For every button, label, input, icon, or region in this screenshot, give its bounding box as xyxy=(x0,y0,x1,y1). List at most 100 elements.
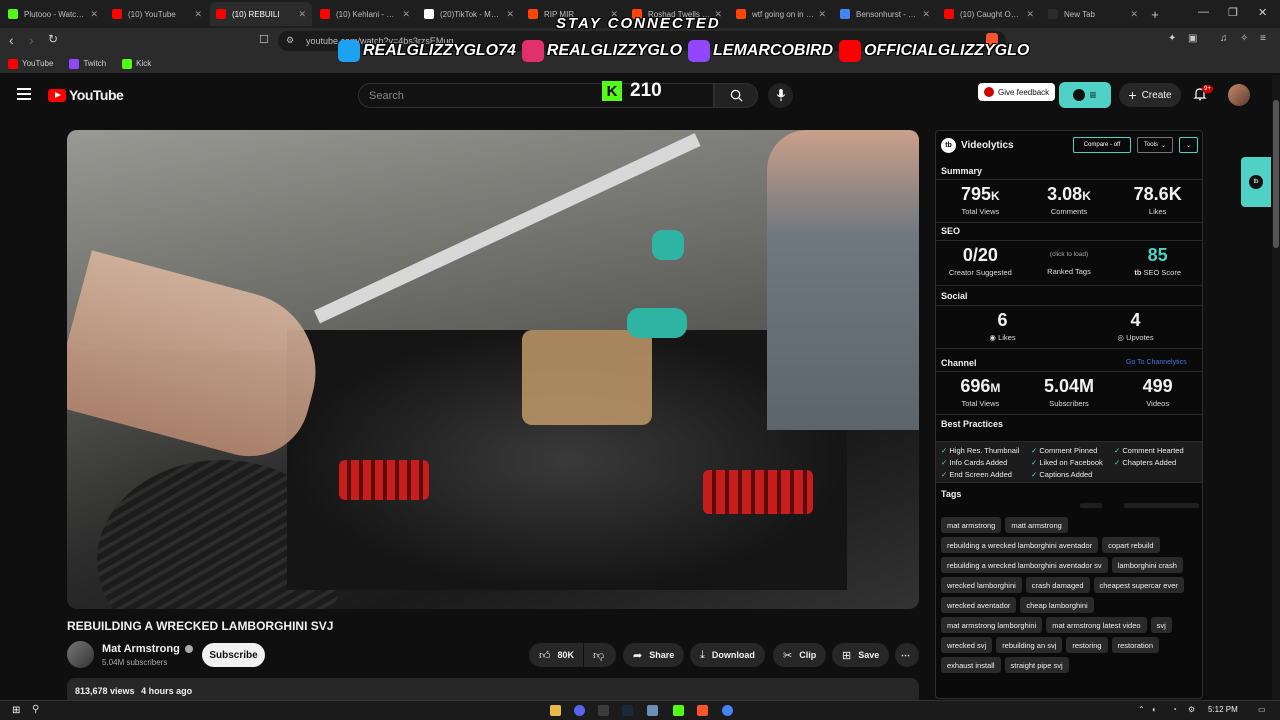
file-explorer-icon[interactable] xyxy=(550,705,561,716)
tag-chip[interactable]: mat armstrong lamborghini xyxy=(941,617,1043,633)
browser-tab[interactable]: (20)TikTok - Make ✕ xyxy=(418,2,520,26)
tab-close-icon[interactable]: ✕ xyxy=(90,9,98,20)
tag-chip[interactable]: straight pipe svj xyxy=(1004,657,1069,673)
tag-chip[interactable]: wrecked aventador xyxy=(941,597,1017,613)
collapse-panel-button[interactable]: ⌄ xyxy=(1179,137,1198,153)
browser-tab[interactable]: (10) Kehlani - Foldi ✕ xyxy=(314,2,416,26)
extensions-icon[interactable]: ✦ xyxy=(1168,33,1176,44)
guide-menu-icon[interactable] xyxy=(17,88,31,100)
browser-tab[interactable]: Bensonhurst - Goo ✕ xyxy=(834,2,936,26)
back-icon[interactable]: ‹ xyxy=(9,32,14,48)
discord-icon[interactable] xyxy=(574,705,585,716)
tag-chip[interactable]: rebuilding a wrecked lamborghini aventad… xyxy=(941,557,1108,573)
new-tab-button[interactable]: + xyxy=(1146,5,1164,23)
channel-avatar[interactable] xyxy=(67,641,94,668)
tray-network-icon[interactable]: ◐ xyxy=(1152,705,1157,714)
photos-icon[interactable] xyxy=(647,705,658,716)
notification-center-icon[interactable]: ▭ xyxy=(1258,705,1266,714)
windows-start-icon[interactable]: ⊞ xyxy=(12,705,20,716)
subscribe-button[interactable]: Subscribe xyxy=(202,643,265,667)
forward-icon[interactable]: › xyxy=(29,32,34,48)
voice-search-button[interactable] xyxy=(768,83,793,108)
share-button[interactable]: ➦ Share xyxy=(623,643,685,667)
steam-icon[interactable] xyxy=(622,705,633,716)
tag-chip[interactable]: copart rebuild xyxy=(1102,537,1160,553)
tab-close-icon[interactable]: ✕ xyxy=(194,9,202,20)
tab-close-icon[interactable]: ✕ xyxy=(1130,9,1138,20)
brave-icon[interactable] xyxy=(697,705,708,716)
compare-toggle[interactable]: Compare - off xyxy=(1073,137,1131,153)
tag-chip[interactable]: rebuilding an svj xyxy=(996,637,1063,653)
browser-tab[interactable]: (10) REBUILI ✕ xyxy=(210,2,312,26)
like-button[interactable]: 👍︎ 80K xyxy=(529,643,583,667)
download-button[interactable]: ⤓ Download xyxy=(690,643,765,667)
chrome-icon[interactable] xyxy=(722,705,733,716)
browser-tab[interactable]: Plutooo - Watch the ✕ xyxy=(2,2,104,26)
tag-chip[interactable]: exhaust install xyxy=(941,657,1001,673)
tag-chip[interactable]: wrecked lamborghini xyxy=(941,577,1022,593)
channelytics-link[interactable]: Go To Channelytics xyxy=(1126,359,1187,366)
browser-tab[interactable]: (10) Caught On Vi ✕ xyxy=(938,2,1040,26)
bookmark-icon[interactable]: ☐ xyxy=(259,33,269,46)
leo-icon[interactable]: ✧ xyxy=(1240,33,1248,44)
tag-chip[interactable]: crash damaged xyxy=(1025,577,1090,593)
tag-chip[interactable]: svj xyxy=(1150,617,1172,633)
clip-button[interactable]: ✂ Clip xyxy=(773,643,827,667)
tab-close-icon[interactable]: ✕ xyxy=(402,9,410,20)
tray-chevron-icon[interactable]: ⌃ xyxy=(1138,705,1145,714)
kick-app-icon[interactable] xyxy=(673,705,684,716)
browser-tab[interactable]: New Tab ✕ xyxy=(1042,2,1144,26)
tab-close-icon[interactable]: ✕ xyxy=(506,9,514,20)
videolytics-side-tab[interactable]: tb xyxy=(1241,157,1271,207)
tray-settings-icon[interactable]: ⚙ xyxy=(1188,705,1195,714)
search-button[interactable] xyxy=(714,83,758,108)
tab-close-icon[interactable]: ✕ xyxy=(818,9,826,20)
tag-chip[interactable]: mat armstrong latest video xyxy=(1046,617,1147,633)
browser-tab[interactable]: wtf going on in Be ✕ xyxy=(730,2,832,26)
show-search-volume-button[interactable] xyxy=(1124,503,1199,508)
tab-close-icon[interactable]: ✕ xyxy=(298,9,306,20)
clock[interactable]: 5:12 PM xyxy=(1208,705,1238,714)
minimize-icon[interactable]: — xyxy=(1198,6,1209,18)
save-button[interactable]: ⊞ Save xyxy=(832,643,890,667)
browser-tab[interactable]: (10) YouTube ✕ xyxy=(106,2,208,26)
media-icon[interactable]: ♫ xyxy=(1220,33,1228,44)
reload-icon[interactable]: ↻ xyxy=(48,32,58,46)
tag-chip[interactable]: lamborghini crash xyxy=(1111,557,1183,573)
close-window-icon[interactable]: ✕ xyxy=(1258,6,1267,19)
menu-icon[interactable]: ≡ xyxy=(1260,33,1266,44)
youtube-logo[interactable]: YouTube xyxy=(48,87,124,103)
account-avatar[interactable] xyxy=(1228,84,1250,106)
site-info-icon[interactable]: ⚙ xyxy=(286,35,294,46)
maximize-icon[interactable]: ❐ xyxy=(1228,6,1238,19)
tag-chip[interactable]: mat armstrong xyxy=(941,517,1002,533)
create-button[interactable]: + Create xyxy=(1119,83,1181,107)
search-icon[interactable]: ⚲ xyxy=(32,704,39,715)
videolytics-toggle-button[interactable]: ≡ xyxy=(1059,82,1111,108)
description-box[interactable]: 813,678 views 4 hours ago xyxy=(67,678,919,702)
scrollbar-thumb[interactable] xyxy=(1273,100,1279,248)
tab-close-icon[interactable]: ✕ xyxy=(922,9,930,20)
sidebar-icon[interactable]: ▣ xyxy=(1188,33,1197,44)
terminal-icon[interactable] xyxy=(598,705,609,716)
tag-chip[interactable]: cheapest supercar ever xyxy=(1093,577,1184,593)
tag-chip[interactable]: restoration xyxy=(1111,637,1160,653)
give-feedback-button[interactable]: Give feedback xyxy=(978,83,1056,101)
tag-chip[interactable]: matt armstrong xyxy=(1005,517,1068,533)
tab-close-icon[interactable]: ✕ xyxy=(1026,9,1034,20)
dislike-button[interactable]: 👎︎ xyxy=(584,643,616,667)
bookmark-item[interactable]: Twitch xyxy=(69,58,106,69)
tools-dropdown[interactable]: Tools ⌄ xyxy=(1137,137,1173,153)
copy-tags-button[interactable] xyxy=(1080,503,1102,508)
bookmark-item[interactable]: YouTube xyxy=(8,58,53,69)
tag-chip[interactable]: cheap lamborghini xyxy=(1020,597,1094,613)
channel-name-link[interactable]: Mat Armstrong xyxy=(102,643,193,655)
ranked-tags-stat[interactable]: (click to load) Ranked Tags xyxy=(1025,241,1114,285)
tray-wifi-icon[interactable]: ◔ xyxy=(1172,705,1177,714)
tag-chip[interactable]: wrecked svj xyxy=(941,637,993,653)
video-player[interactable] xyxy=(67,130,919,609)
bookmark-item[interactable]: Kick xyxy=(122,58,151,69)
tag-chip[interactable]: restoring xyxy=(1066,637,1108,653)
tag-chip[interactable]: rebuilding a wrecked lamborghini aventad… xyxy=(941,537,1099,553)
more-actions-button[interactable]: ⋯ xyxy=(895,643,919,667)
